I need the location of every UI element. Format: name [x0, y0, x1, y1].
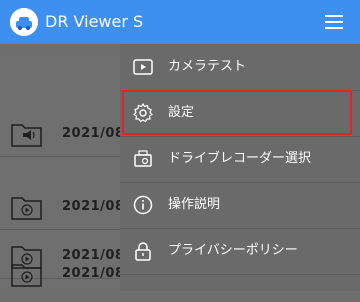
video-folder-icon	[11, 260, 43, 288]
dashcam-icon	[132, 148, 154, 170]
menu-item-instructions[interactable]: 操作説明	[120, 182, 360, 229]
menu-item-dashcam-select[interactable]: ドライブレコーダー選択	[120, 136, 360, 183]
menu-item-label: カメラテスト	[168, 59, 247, 74]
navigation-drawer: カメラテスト 設定 ドライブレコーダー選択 操作説明 プライバシーポリシー	[120, 44, 360, 291]
camera-test-icon	[132, 56, 154, 78]
app-title: DR Viewer S	[45, 12, 144, 31]
menu-item-label: 設定	[168, 105, 195, 120]
app-logo-icon	[10, 8, 38, 36]
menu-item-privacy-policy[interactable]: プライバシーポリシー	[120, 228, 360, 275]
lock-icon	[132, 240, 154, 262]
sound-folder-icon	[11, 120, 43, 148]
app-bar: DR Viewer S	[0, 0, 360, 44]
menu-item-settings[interactable]: 設定	[120, 90, 360, 137]
video-folder-icon	[11, 193, 43, 221]
hamburger-menu-icon[interactable]	[322, 12, 346, 32]
menu-item-label: 操作説明	[168, 197, 221, 212]
gear-icon	[132, 102, 154, 124]
info-icon	[132, 194, 154, 216]
menu-item-label: プライバシーポリシー	[168, 243, 298, 258]
menu-item-camera-test[interactable]: カメラテスト	[120, 44, 360, 91]
menu-item-label: ドライブレコーダー選択	[168, 151, 312, 166]
